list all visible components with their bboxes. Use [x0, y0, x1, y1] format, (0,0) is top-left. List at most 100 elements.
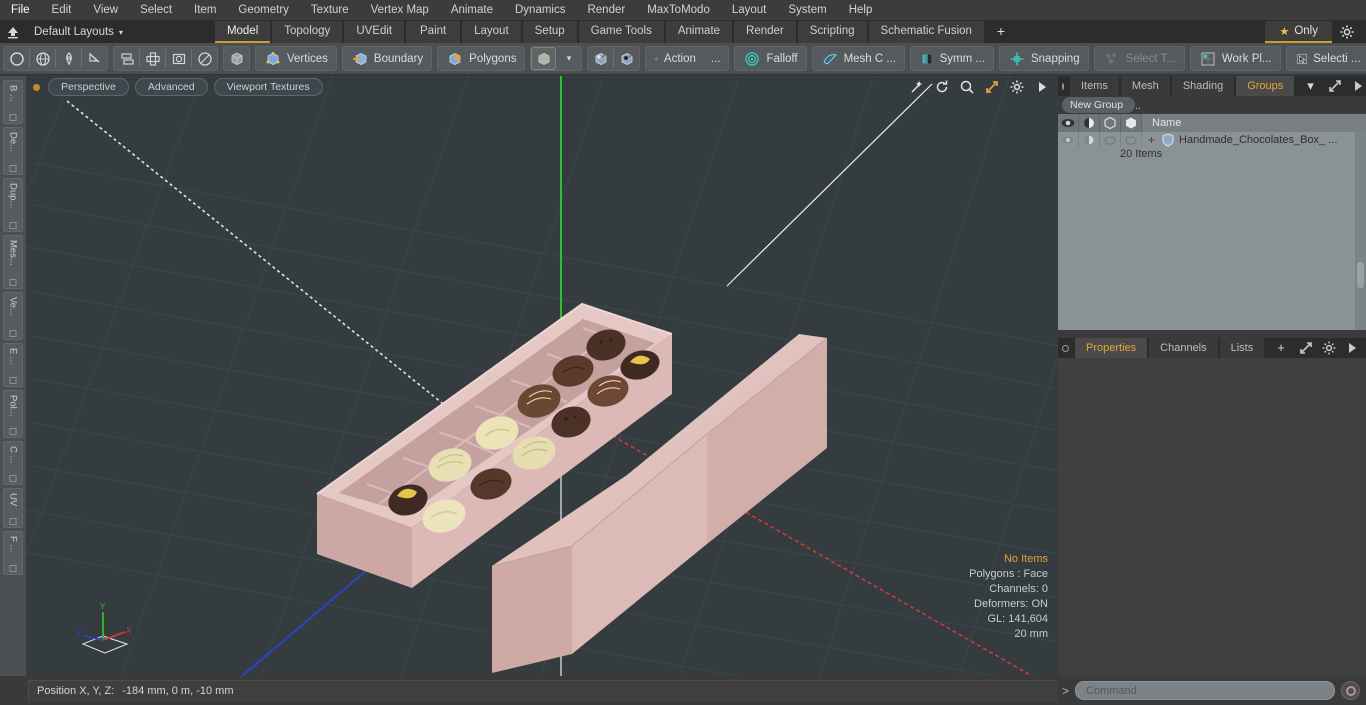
- left-tab-duplicate[interactable]: Dup...: [3, 178, 23, 232]
- tab-layout[interactable]: Layout: [462, 21, 521, 43]
- symmetry-button[interactable]: Symm ...: [909, 46, 994, 71]
- add-tab-button[interactable]: +: [986, 21, 1016, 43]
- row-render-checkbox[interactable]: [1121, 132, 1142, 147]
- selection-mode-polygons[interactable]: Polygons: [437, 46, 526, 71]
- left-tab-fusion[interactable]: F ...: [3, 531, 23, 575]
- tab-lists[interactable]: Lists: [1219, 338, 1265, 358]
- tab-animate[interactable]: Animate: [665, 21, 733, 43]
- menu-item-maxtomodo[interactable]: MaxToModo: [636, 0, 721, 21]
- tab-render[interactable]: Render: [734, 21, 796, 43]
- menu-item-animate[interactable]: Animate: [440, 0, 504, 21]
- viewport-shading-advanced[interactable]: Advanced: [134, 78, 208, 96]
- gear-icon[interactable]: [1332, 21, 1362, 43]
- list-scrollbar-thumb[interactable]: [1357, 262, 1364, 288]
- menu-item-system[interactable]: System: [777, 0, 837, 21]
- menu-item-item[interactable]: Item: [183, 0, 227, 21]
- snapping-button[interactable]: Snapping: [998, 46, 1089, 71]
- selection-mode-boundary[interactable]: Boundary: [341, 46, 433, 71]
- rotate-icon[interactable]: [192, 47, 217, 70]
- layout-selector[interactable]: Default Layouts ▾: [26, 21, 131, 43]
- tab-schematic-fusion[interactable]: Schematic Fusion: [868, 21, 984, 43]
- left-tab-polygon[interactable]: Pol...: [3, 390, 23, 438]
- eye-icon[interactable]: [1058, 114, 1079, 132]
- globe-icon[interactable]: [30, 47, 55, 70]
- cube-selected-icon[interactable]: [531, 47, 557, 70]
- tab-items[interactable]: Items: [1070, 76, 1119, 96]
- home-up-icon[interactable]: [0, 21, 26, 43]
- left-tab-deform[interactable]: De...: [3, 127, 23, 175]
- row-name-cell[interactable]: + Handmade_Chocolates_Box_ ...: [1142, 132, 1366, 147]
- menu-item-layout[interactable]: Layout: [721, 0, 778, 21]
- row-shading-toggle[interactable]: [1079, 132, 1100, 147]
- menu-item-help[interactable]: Help: [838, 0, 884, 21]
- selection-sets-button[interactable]: Selecti ...: [1285, 46, 1366, 71]
- record-icon[interactable]: [1341, 681, 1360, 700]
- selection-mode-vertices[interactable]: Vertices: [255, 46, 337, 71]
- tab-setup[interactable]: Setup: [522, 21, 577, 43]
- left-tab-vertex[interactable]: Ve...: [3, 292, 23, 340]
- cube-outline-icon[interactable]: [1100, 114, 1121, 132]
- select-through-button[interactable]: Select T...: [1093, 46, 1185, 71]
- menu-item-geometry[interactable]: Geometry: [227, 0, 300, 21]
- cube-filled-icon[interactable]: [1121, 114, 1142, 132]
- refresh-icon[interactable]: [934, 79, 950, 95]
- menu-item-view[interactable]: View: [82, 0, 129, 21]
- pivot-b-icon[interactable]: [614, 47, 639, 70]
- expand-icon[interactable]: [984, 79, 1000, 95]
- menu-item-file[interactable]: File: [0, 0, 41, 21]
- play-icon[interactable]: [1344, 340, 1360, 356]
- mesh-constraint-button[interactable]: Mesh C ...: [811, 46, 905, 71]
- play-icon[interactable]: [1034, 79, 1050, 95]
- viewport-mode-perspective[interactable]: Perspective: [48, 78, 129, 96]
- tab-game-tools[interactable]: Game Tools: [578, 21, 664, 43]
- row-visibility-checkbox[interactable]: [1100, 132, 1121, 147]
- center-icon[interactable]: [166, 47, 191, 70]
- magic-wand-icon[interactable]: [909, 79, 925, 95]
- curve-icon[interactable]: [82, 47, 107, 70]
- expand-icon[interactable]: [1298, 340, 1314, 356]
- gear-icon[interactable]: [1009, 79, 1025, 95]
- list-scrollbar[interactable]: [1355, 132, 1366, 330]
- play-icon[interactable]: [1350, 78, 1366, 94]
- tab-scripting[interactable]: Scripting: [797, 21, 867, 43]
- command-input[interactable]: [1075, 681, 1335, 700]
- left-tab-basic[interactable]: B ...: [3, 80, 23, 124]
- tab-shading[interactable]: Shading: [1171, 76, 1235, 96]
- expand-icon[interactable]: [1327, 78, 1343, 94]
- work-plane-button[interactable]: Work Pl...: [1189, 46, 1281, 71]
- stack-icon[interactable]: [114, 47, 139, 70]
- menu-item-edit[interactable]: Edit: [41, 0, 83, 21]
- menu-item-select[interactable]: Select: [129, 0, 183, 21]
- left-tab-mesh-edit[interactable]: Mes...: [3, 235, 23, 289]
- only-toggle-button[interactable]: ★ Only: [1265, 21, 1332, 43]
- pen-icon[interactable]: [56, 47, 81, 70]
- left-tab-edge[interactable]: E ...: [3, 343, 23, 387]
- gear-icon[interactable]: [1321, 340, 1337, 356]
- move-icon[interactable]: [140, 47, 165, 70]
- circle-icon[interactable]: [4, 47, 29, 70]
- tab-properties[interactable]: Properties: [1075, 338, 1148, 358]
- tab-paint[interactable]: Paint: [406, 21, 461, 43]
- mode-dropdown-caret[interactable]: ▾: [556, 47, 581, 70]
- pivot-a-icon[interactable]: [588, 47, 613, 70]
- tab-model[interactable]: Model: [214, 21, 271, 43]
- shading-icon[interactable]: [1079, 114, 1100, 132]
- 3d-viewport[interactable]: Perspective Advanced Viewport Textures Y: [27, 76, 1058, 676]
- group-list-body[interactable]: + Handmade_Chocolates_Box_ ... 20 Items: [1058, 132, 1366, 330]
- menu-item-render[interactable]: Render: [576, 0, 636, 21]
- tab-mesh[interactable]: Mesh ...: [1120, 76, 1170, 112]
- row-expander[interactable]: +: [1146, 133, 1157, 147]
- menu-item-vertex-map[interactable]: Vertex Map: [360, 0, 440, 21]
- left-tab-uv[interactable]: UV: [3, 488, 23, 528]
- zoom-icon[interactable]: [959, 79, 975, 95]
- action-center-button[interactable]: Action ...: [645, 46, 730, 71]
- tab-uvedit[interactable]: UVEdit: [344, 21, 405, 43]
- new-group-button[interactable]: New Group: [1062, 97, 1136, 113]
- menu-item-texture[interactable]: Texture: [300, 0, 360, 21]
- menu-item-dynamics[interactable]: Dynamics: [504, 0, 576, 21]
- tab-groups[interactable]: Groups: [1236, 76, 1295, 96]
- viewport-textures-toggle[interactable]: Viewport Textures: [213, 78, 323, 96]
- tab-channels[interactable]: Channels: [1149, 338, 1218, 358]
- panel-tab-caret[interactable]: ▾: [1296, 76, 1325, 96]
- tab-topology[interactable]: Topology: [272, 21, 343, 43]
